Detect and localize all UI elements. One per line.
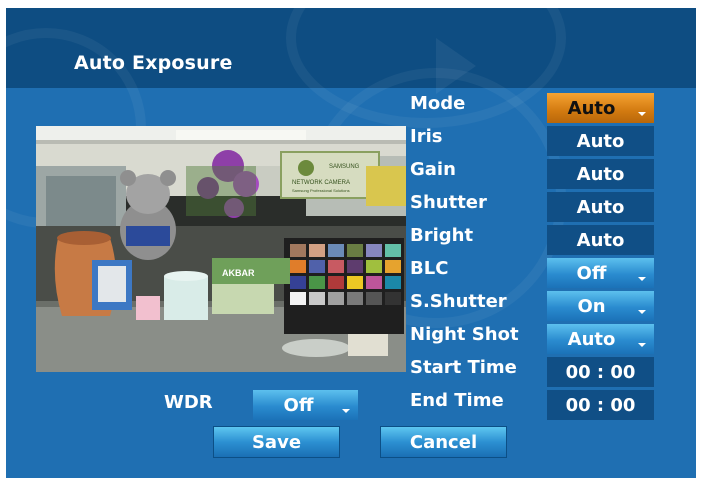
iris-label: Iris	[410, 126, 443, 147]
cancel-button[interactable]: Cancel	[380, 426, 507, 458]
preview-sign-line-2: NETWORK CAMERA	[292, 180, 350, 186]
start-time-field[interactable]: 00 : 00	[547, 357, 654, 387]
gain-label: Gain	[410, 159, 456, 180]
mode-label: Mode	[410, 93, 466, 114]
start-time-label: Start Time	[410, 357, 517, 378]
wdr-dropdown[interactable]: Off	[253, 390, 358, 420]
page-title: Auto Exposure	[74, 52, 233, 74]
end-time-label: End Time	[410, 390, 504, 411]
shutter-value: Auto	[547, 192, 654, 222]
mode-dropdown[interactable]: Auto	[547, 93, 654, 123]
blc-dropdown[interactable]: Off	[547, 258, 654, 288]
night-shot-dropdown[interactable]: Auto	[547, 324, 654, 354]
preview-sign-line-3: Samsung Professional Solutions	[292, 188, 350, 193]
bright-label: Bright	[410, 225, 474, 246]
osd-panel: Auto Exposure SAMSUNG NETWORK CAMERA Sam…	[6, 8, 696, 478]
blc-value: Off	[576, 262, 607, 284]
chevron-down-icon	[638, 310, 646, 314]
s-shutter-dropdown[interactable]: On	[547, 291, 654, 321]
chevron-down-icon	[638, 343, 646, 347]
preview-box-label: AKBAR	[222, 268, 255, 278]
night-shot-label: Night Shot	[410, 324, 519, 345]
preview-sign-line-1: SAMSUNG	[329, 164, 360, 170]
chevron-down-icon	[342, 409, 350, 413]
wdr-value: Off	[283, 394, 314, 416]
end-time-field[interactable]: 00 : 00	[547, 390, 654, 420]
chevron-down-icon	[638, 112, 646, 116]
shutter-label: Shutter	[410, 192, 487, 213]
camera-preview-image: SAMSUNG NETWORK CAMERA Samsung Professio…	[36, 126, 406, 372]
wdr-label: WDR	[164, 392, 213, 413]
camera-preview: SAMSUNG NETWORK CAMERA Samsung Professio…	[36, 126, 406, 372]
mode-value: Auto	[567, 97, 616, 119]
save-button[interactable]: Save	[213, 426, 340, 458]
night-shot-value: Auto	[567, 328, 616, 350]
chevron-down-icon	[638, 277, 646, 281]
gain-value: Auto	[547, 159, 654, 189]
s-shutter-label: S.Shutter	[410, 291, 507, 312]
bright-value: Auto	[547, 225, 654, 255]
iris-value: Auto	[547, 126, 654, 156]
s-shutter-value: On	[577, 295, 606, 317]
blc-label: BLC	[410, 258, 449, 279]
